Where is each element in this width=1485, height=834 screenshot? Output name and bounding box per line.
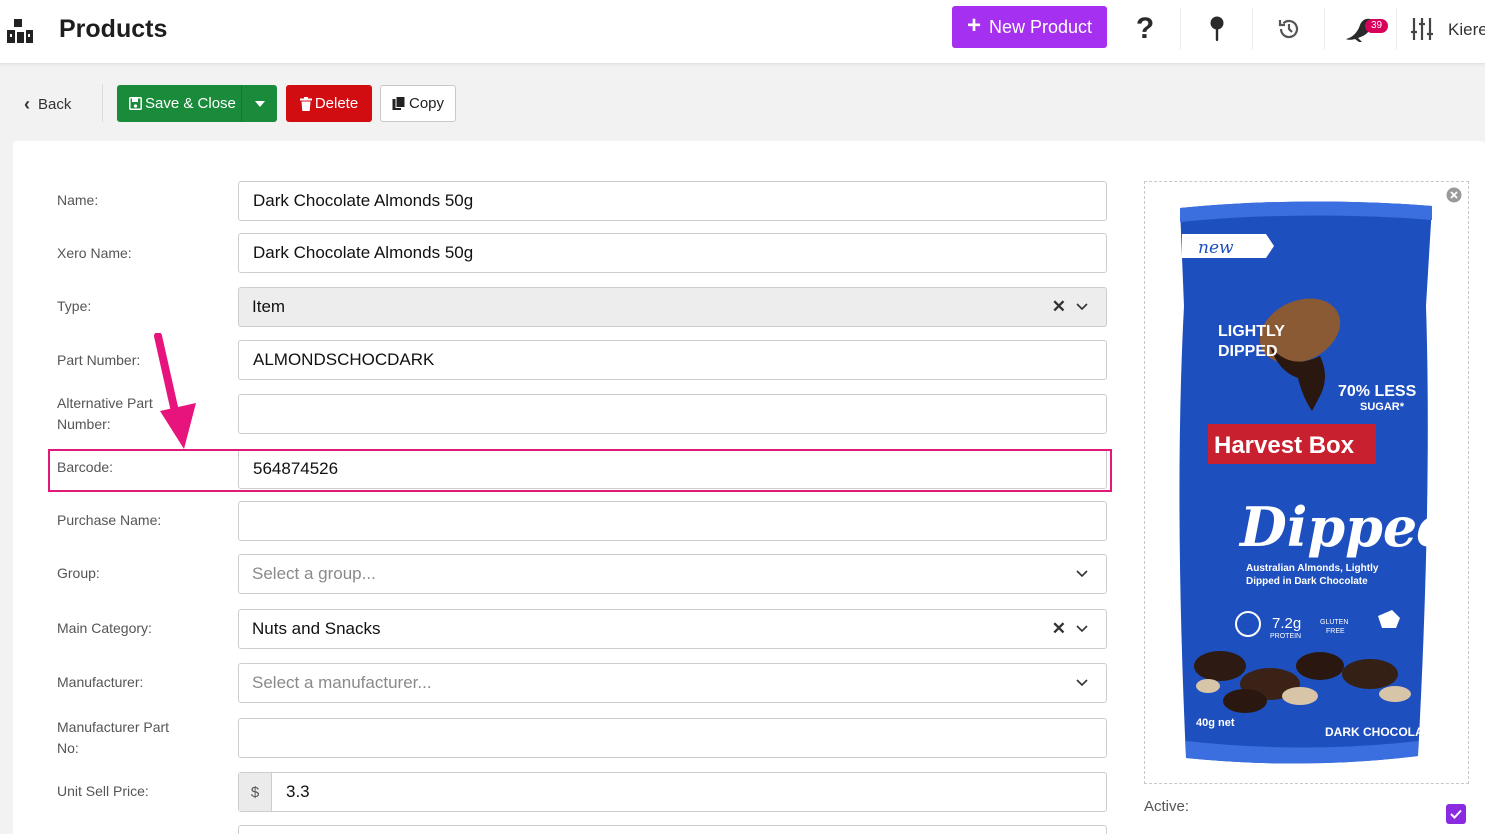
alt-part-number-label-line2: Number: [57, 416, 111, 432]
remove-image-icon[interactable] [1446, 187, 1462, 203]
main-category-value: Nuts and Snacks [252, 619, 381, 638]
group-label: Group: [57, 565, 100, 581]
manufacturer-part-no-label: Manufacturer Part No: [57, 717, 169, 759]
main-category-select[interactable]: Nuts and Snacks ✕ [238, 609, 1107, 649]
user-menu[interactable]: Kiere [1448, 20, 1485, 40]
chevron-down-icon[interactable] [1076, 625, 1088, 633]
save-icon [129, 97, 142, 110]
caret-down-icon [254, 100, 265, 107]
xero-name-value: Dark Chocolate Almonds 50g [253, 243, 474, 262]
chevron-down-icon[interactable] [1076, 679, 1088, 687]
notification-count-badge: 39 [1365, 19, 1389, 33]
delete-label: Delete [314, 95, 359, 112]
save-close-label: Save & Close [145, 95, 236, 112]
manufacturer-label: Manufacturer: [57, 674, 144, 690]
sugar-claim-line1: 70% LESS [1338, 383, 1417, 400]
save-close-button[interactable]: Save & Close [117, 85, 242, 122]
next-field-input[interactable] [238, 825, 1107, 834]
chevron-down-icon[interactable] [1076, 303, 1088, 311]
annotation-arrow-icon [154, 333, 196, 449]
sliders-icon[interactable] [1396, 8, 1446, 50]
alt-part-number-label-line1: Alternative Part [57, 395, 153, 411]
clear-type-icon[interactable]: ✕ [1052, 297, 1066, 317]
group-select[interactable]: Select a group... [238, 554, 1107, 594]
logo-icon[interactable] [6, 18, 34, 44]
protein-value: 7.2g [1272, 615, 1301, 632]
trash-icon [299, 96, 312, 111]
unit-sell-price-label: Unit Sell Price: [57, 783, 149, 799]
unit-sell-price-value: 3.3 [286, 782, 310, 801]
copy-label: Copy [408, 95, 445, 112]
type-select[interactable]: Item ✕ [238, 287, 1107, 327]
purchase-name-input[interactable] [238, 501, 1107, 541]
gluten-line1: GLUTEN [1320, 619, 1348, 626]
flavour-text: DARK CHOCOLATE [1325, 725, 1438, 739]
copy-button[interactable]: Copy [380, 85, 456, 122]
name-value: Dark Chocolate Almonds 50g [253, 191, 474, 210]
part-number-input[interactable]: ALMONDSCHOCDARK [238, 340, 1107, 380]
alt-part-number-input[interactable] [238, 394, 1107, 434]
barcode-highlight-box [48, 449, 1112, 492]
save-close-button-group: Save & Close [117, 85, 277, 122]
part-number-value: ALMONDSCHOCDARK [253, 350, 435, 369]
subtitle-line2: Dipped in Dark Chocolate [1246, 576, 1368, 587]
xero-name-label: Xero Name: [57, 245, 132, 261]
plus-icon: + [966, 11, 981, 39]
toolbar-divider [102, 84, 103, 122]
currency-addon: $ [239, 773, 272, 811]
help-icon[interactable]: ? [1110, 8, 1180, 50]
alt-part-number-label: Alternative Part Number: [57, 393, 153, 435]
delete-button[interactable]: Delete [286, 85, 372, 122]
claim-line2: DIPPED [1218, 343, 1278, 360]
active-checkbox[interactable] [1446, 804, 1466, 824]
tag-text: new [1198, 238, 1234, 258]
pin-icon[interactable] [1180, 8, 1252, 50]
clear-category-icon[interactable]: ✕ [1052, 619, 1066, 639]
gluten-line2: FREE [1326, 628, 1345, 635]
type-label: Type: [57, 298, 92, 314]
product-image: new LIGHTLY DIPPED 70% LESS SUGAR* Harve… [1179, 201, 1440, 764]
main-category-label: Main Category: [57, 620, 152, 636]
manufacturer-part-no-input[interactable] [238, 718, 1107, 758]
type-value: Item [252, 297, 286, 316]
product-name-text: Dipped [1238, 495, 1440, 559]
part-number-label: Part Number: [57, 352, 141, 368]
page-title: Products [59, 15, 168, 43]
active-label: Active: [1144, 798, 1190, 815]
subtitle-line1: Australian Almonds, Lightly [1246, 563, 1379, 574]
copy-icon [392, 96, 406, 110]
manufacturer-placeholder: Select a manufacturer... [252, 673, 432, 692]
new-product-button[interactable]: + New Product [952, 6, 1107, 48]
purchase-name-label: Purchase Name: [57, 512, 162, 528]
chevron-left-icon: ‹ [24, 94, 30, 114]
net-weight-text: 40g net [1196, 717, 1235, 729]
back-label: Back [38, 96, 72, 113]
history-icon[interactable] [1252, 8, 1324, 50]
chevron-down-icon[interactable] [1076, 570, 1088, 578]
name-label: Name: [57, 192, 99, 208]
group-placeholder: Select a group... [252, 564, 376, 583]
claim-line1: LIGHTLY [1218, 323, 1285, 340]
new-product-label: New Product [988, 16, 1093, 37]
unit-sell-price-input[interactable]: $ 3.3 [238, 772, 1107, 812]
notifications-button[interactable]: 39 [1324, 8, 1396, 50]
name-input[interactable]: Dark Chocolate Almonds 50g [238, 181, 1107, 221]
manufacturer-part-no-label-line2: No: [57, 740, 79, 756]
protein-label: PROTEIN [1270, 633, 1301, 640]
brand-text: Harvest Box [1214, 432, 1355, 459]
top-bar: Products + New Product ? 39 Kiere [0, 0, 1485, 64]
save-options-dropdown[interactable] [242, 100, 277, 107]
back-button[interactable]: ‹ Back [24, 94, 71, 115]
manufacturer-part-no-label-line1: Manufacturer Part [57, 719, 170, 735]
xero-name-input[interactable]: Dark Chocolate Almonds 50g [238, 233, 1107, 273]
check-icon [1450, 809, 1462, 819]
sugar-claim-line2: SUGAR* [1360, 401, 1405, 413]
manufacturer-select[interactable]: Select a manufacturer... [238, 663, 1107, 703]
